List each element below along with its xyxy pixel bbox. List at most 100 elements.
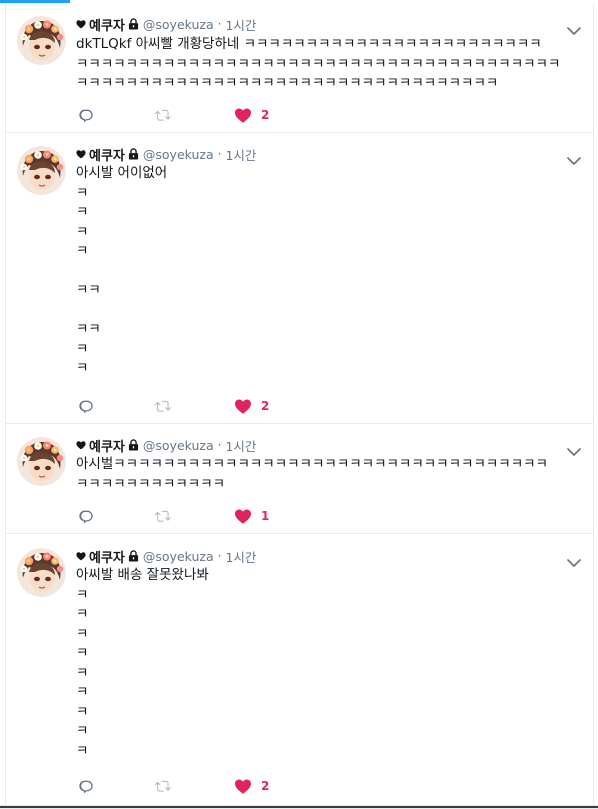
tweet[interactable]: 예쿠자 @soyekuza · 1시간 아시벌ㅋㅋㅋㅋㅋㅋㅋㅋㅋㅋㅋㅋㅋㅋㅋㅋㅋ… [6,424,593,534]
tweet-text-line: ㅋ [76,742,89,759]
lock-icon [125,148,143,160]
like-button[interactable]: 2 [234,107,269,123]
tweet-header: 예쿠자 @soyekuza · 1시간 [76,435,256,455]
tweet-text-line: 아시발 어이없어 [76,165,168,181]
reply-button[interactable] [78,508,94,524]
retweet-icon [154,508,172,524]
like-count: 2 [261,108,270,122]
heart-icon [76,440,89,450]
tweet-text-line: ㅋ [76,184,89,201]
tweet-header: 예쿠자 @soyekuza · 1시간 [76,546,256,566]
like-button[interactable]: 1 [234,508,269,524]
reply-icon [78,778,94,794]
heart-icon [76,551,89,561]
tweet-text-line: ㅋ [76,703,89,720]
lock-icon [125,439,143,451]
tweet-text-line: ㅋ [76,204,89,220]
heart-icon [234,107,252,123]
tweet-text: 아시발 어이없어 ㅋㅋㅋㅋㅋㅋ ㅋㅋㅋㅋ [76,164,586,379]
tweet-header: 예쿠자 @soyekuza · 1시간 [76,14,256,34]
chevron-down-icon[interactable] [567,553,581,567]
tweet-text: dkTLQkf 아씨빨 개황당하네 ㅋㅋㅋㅋㅋㅋㅋㅋㅋㅋㅋㅋㅋㅋㅋㅋㅋㅋㅋㅋㅋㅋ… [76,35,586,94]
lock-icon [125,18,143,30]
like-count: 2 [261,399,270,413]
heart-icon [76,149,89,159]
tweet-text-line: 아시벌ㅋㅋㅋㅋㅋㅋㅋㅋㅋㅋㅋㅋㅋㅋㅋㅋㅋㅋㅋㅋㅋㅋㅋㅋㅋㅋㅋㅋㅋㅋㅋㅋㅋㅋㅋ [76,456,548,472]
retweet-button[interactable] [154,778,172,794]
user-handle[interactable]: @soyekuza [143,438,214,453]
tweet-text-line: ㅋㅋㅋㅋㅋㅋㅋㅋㅋㅋㅋㅋ [76,475,226,492]
retweet-icon [154,398,172,414]
tweet-timestamp[interactable]: 1시간 [225,547,256,566]
reply-button[interactable] [78,107,94,123]
tweet-timestamp[interactable]: 1시간 [225,145,256,164]
reply-icon [78,398,94,414]
reply-button[interactable] [78,398,94,414]
reply-icon [78,107,94,123]
retweet-icon [154,778,172,794]
tweet-actions: 2 [78,776,329,796]
like-count: 1 [261,509,270,523]
retweet-button[interactable] [154,107,172,123]
reply-icon [78,508,94,524]
tweet[interactable]: 예쿠자 @soyekuza · 1시간 아시발 어이없어 ㅋㅋㅋㅋㅋㅋ ㅋㅋㅋㅋ 2 [6,133,593,424]
reply-button[interactable] [78,778,94,794]
tweet-text-line: ㅋㅋㅋㅋㅋㅋㅋㅋㅋㅋㅋㅋㅋㅋㅋㅋㅋㅋㅋㅋㅋㅋㅋㅋㅋㅋㅋㅋㅋㅋㅋㅋㅋㅋ [76,75,499,91]
bottom-border [0,805,598,809]
tweet-text: 아시벌ㅋㅋㅋㅋㅋㅋㅋㅋㅋㅋㅋㅋㅋㅋㅋㅋㅋㅋㅋㅋㅋㅋㅋㅋㅋㅋㅋㅋㅋㅋㅋㅋㅋㅋㅋ ㅋㅋ… [76,455,586,494]
chevron-down-icon[interactable] [567,151,581,165]
avatar[interactable] [17,548,66,597]
tweet-actions: 2 [78,105,329,125]
tweet-text-line: ㅋ [76,586,89,603]
display-name[interactable]: 예쿠자 [89,436,125,455]
display-name[interactable]: 예쿠자 [89,547,125,566]
tweet-text-line: ㅋ [76,360,89,376]
user-handle[interactable]: @soyekuza [143,17,214,32]
chevron-down-icon[interactable] [567,21,581,35]
display-name[interactable]: 예쿠자 [89,145,125,164]
tweet-actions: 2 [78,396,329,416]
lock-icon [125,550,143,562]
tweet[interactable]: 예쿠자 @soyekuza · 1시간 dkTLQkf 아씨빨 개황당하네 ㅋㅋ… [6,3,593,133]
timeline: 예쿠자 @soyekuza · 1시간 dkTLQkf 아씨빨 개황당하네 ㅋㅋ… [5,3,594,808]
separator-dot: · [217,17,222,31]
user-handle[interactable]: @soyekuza [143,549,214,564]
retweet-button[interactable] [154,398,172,414]
tweet-text-line: ㅋㅋ [76,321,101,337]
like-button[interactable]: 2 [234,398,269,414]
tweet-text-line: ㅋ [76,625,89,642]
like-button[interactable]: 2 [234,778,269,794]
tweet-text-line: ㅋ [76,664,89,681]
tweet-header: 예쿠자 @soyekuza · 1시간 [76,144,256,164]
retweet-icon [154,107,172,123]
display-name[interactable]: 예쿠자 [89,15,125,34]
like-count: 2 [261,779,270,793]
tweet-text-line [76,301,586,321]
chevron-down-icon[interactable] [567,442,581,456]
tweet-text: 아씨발 배송 잘못왔나봐 ㅋㅋㅋㅋㅋㅋㅋㅋㅋ [76,566,586,761]
tweet-text-line: dkTLQkf 아씨빨 개황당하네 ㅋㅋㅋㅋㅋㅋㅋㅋㅋㅋㅋㅋㅋㅋㅋㅋㅋㅋㅋㅋㅋㅋ… [76,36,542,52]
tweet-text-line: ㅋ [76,606,89,622]
tweet-text-line: ㅋㅋ [76,282,101,298]
avatar[interactable] [17,146,66,195]
separator-dot: · [217,147,222,161]
tweet-text-line: ㅋ [76,243,89,259]
tweet-text-line: ㅋㅋㅋㅋㅋㅋㅋㅋㅋㅋㅋㅋㅋㅋㅋㅋㅋㅋㅋㅋㅋㅋㅋㅋㅋㅋㅋㅋㅋㅋㅋㅋㅋㅋㅋㅋㅋㅋㅋ [76,55,561,72]
heart-icon [234,508,252,524]
avatar[interactable] [17,437,66,486]
tweet-timestamp[interactable]: 1시간 [225,15,256,34]
avatar[interactable] [17,16,66,65]
tweet[interactable]: 예쿠자 @soyekuza · 1시간 아씨발 배송 잘못왔나봐 ㅋㅋㅋㅋㅋㅋㅋㅋ… [6,534,593,808]
tweet-text-line: ㅋ [76,645,89,661]
tweet-text-line [76,262,586,282]
separator-dot: · [217,438,222,452]
user-handle[interactable]: @soyekuza [143,147,214,162]
tweet-timestamp[interactable]: 1시간 [225,436,256,455]
heart-icon [76,19,89,29]
tweet-text-line: ㅋ [76,684,89,700]
heart-icon [234,398,252,414]
tweet-text-line: ㅋ [76,723,89,739]
heart-icon [234,778,252,794]
tweet-actions: 1 [78,506,329,526]
retweet-button[interactable] [154,508,172,524]
